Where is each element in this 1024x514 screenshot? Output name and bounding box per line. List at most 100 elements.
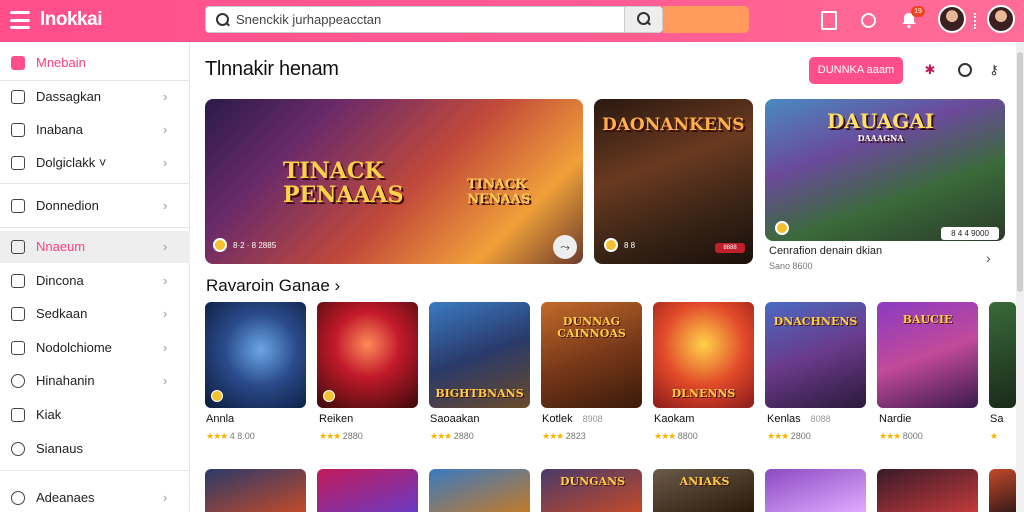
chevron-right-icon: › bbox=[163, 273, 168, 288]
game-tile-6[interactable]: DNACHNENS bbox=[765, 302, 866, 408]
game-name[interactable]: Reiken bbox=[319, 413, 353, 425]
featured-meta: 8 8 bbox=[624, 241, 636, 250]
sidebar-item-home[interactable]: Mnebain bbox=[0, 47, 190, 79]
game-tile-row2-1[interactable] bbox=[205, 469, 306, 512]
game-name[interactable]: Kaokam bbox=[654, 413, 694, 425]
sidebar-item-label: Adeanaes bbox=[36, 490, 95, 505]
sidebar: Mnebain Dassagkan › Inabana › Dolgiclakk… bbox=[0, 42, 190, 512]
square-icon bbox=[11, 156, 25, 170]
game-tile-1[interactable] bbox=[205, 302, 306, 408]
sparkle-icon[interactable]: ✱ bbox=[922, 62, 938, 78]
search-icon bbox=[637, 12, 651, 26]
game-art-title: DLNENNS bbox=[671, 387, 736, 400]
game-name[interactable]: Saoaakan bbox=[430, 413, 480, 425]
game-tile-2[interactable] bbox=[317, 302, 418, 408]
featured-art-title: DAUAGAI DAAAGNA bbox=[827, 109, 935, 143]
chevron-right-icon: › bbox=[163, 373, 168, 388]
home-icon bbox=[11, 56, 25, 70]
grid-icon bbox=[11, 240, 25, 254]
chevron-right-icon: › bbox=[163, 198, 168, 213]
game-tile-4[interactable]: DUNNAG CAINNOAS bbox=[541, 302, 642, 408]
sidebar-item-7[interactable]: Sedkaan › bbox=[0, 298, 190, 330]
chevron-right-icon: › bbox=[163, 239, 168, 254]
game-tile-row2-4[interactable]: DUNGANS bbox=[541, 469, 642, 512]
game-tile-row2-8[interactable] bbox=[989, 469, 1016, 512]
featured-meta: 8·2 · 8 2885 bbox=[233, 241, 277, 250]
search-icon[interactable] bbox=[957, 62, 973, 78]
featured-art-subtitle: TINACK NENAAS bbox=[467, 177, 531, 207]
menu-icon[interactable] bbox=[10, 11, 30, 29]
chevron-right-icon: › bbox=[163, 122, 168, 137]
sidebar-item-label: Dincona bbox=[36, 273, 84, 288]
chevron-right-icon: › bbox=[163, 155, 168, 170]
search-icon bbox=[216, 13, 230, 27]
square-icon bbox=[11, 123, 25, 137]
sidebar-item-11[interactable]: Sianaus bbox=[0, 433, 190, 465]
game-tile-row2-5[interactable]: ANIAKS bbox=[653, 469, 754, 512]
sidebar-item-6[interactable]: Dincona › bbox=[0, 265, 190, 297]
game-tile-8[interactable] bbox=[989, 302, 1016, 408]
sidebar-item-2[interactable]: Inabana › bbox=[0, 114, 190, 146]
sidebar-item-label: Nodolchiome bbox=[36, 340, 112, 355]
user-avatar[interactable] bbox=[987, 5, 1015, 33]
game-rating: ★★★ 2880 bbox=[430, 431, 474, 441]
scrollbar[interactable] bbox=[1016, 42, 1024, 512]
game-name[interactable]: Annla bbox=[206, 413, 234, 425]
calendar-icon bbox=[11, 199, 25, 213]
sidebar-item-12[interactable]: Adeanaes › bbox=[0, 482, 190, 514]
game-art-title: DUNNAG CAINNOAS bbox=[557, 315, 626, 340]
game-tile-3[interactable]: BIGHTBNANS bbox=[429, 302, 530, 408]
price-tag: 8 4 4 9000 bbox=[941, 227, 999, 240]
sidebar-item-1[interactable]: Dassagkan › bbox=[0, 81, 190, 113]
search-filter-button[interactable] bbox=[663, 6, 749, 33]
game-art-title: DUNGANS bbox=[559, 475, 626, 488]
game-tile-row2-3[interactable] bbox=[429, 469, 530, 512]
game-tile-5[interactable]: DLNENNS bbox=[653, 302, 754, 408]
game-rating: ★ bbox=[990, 431, 998, 441]
square-icon bbox=[11, 307, 25, 321]
sidebar-item-label: Sianaus bbox=[36, 441, 83, 456]
game-tile-row2-2[interactable] bbox=[317, 469, 418, 512]
key-icon[interactable]: ⚷ bbox=[986, 62, 1002, 78]
search-button[interactable] bbox=[624, 7, 662, 32]
notification-badge: 19 bbox=[911, 6, 925, 17]
scrollbar-thumb[interactable] bbox=[1017, 52, 1023, 292]
sidebar-item-10[interactable]: Kiak bbox=[0, 399, 190, 431]
game-rating: ★★★ 4 8.00 bbox=[206, 431, 255, 441]
chevron-right-icon: › bbox=[163, 340, 168, 355]
section-title[interactable]: Ravaroin Ganae › bbox=[206, 276, 340, 296]
book-icon[interactable] bbox=[818, 9, 840, 31]
chevron-right-icon[interactable]: › bbox=[986, 250, 991, 266]
game-name[interactable]: Kotlek 8908 bbox=[542, 413, 603, 425]
coin-icon bbox=[211, 390, 223, 402]
game-art-title: BIGHTBNANS bbox=[435, 387, 524, 400]
featured-card-3[interactable]: DAUAGAI DAAAGNA bbox=[765, 99, 1005, 241]
share-button[interactable]: ⤳ bbox=[553, 235, 577, 259]
box-icon bbox=[11, 341, 25, 355]
game-name[interactable]: Nardie bbox=[879, 413, 911, 425]
featured-art-title: DAONANKENS bbox=[602, 115, 745, 135]
sidebar-item-9[interactable]: Hinahanin › bbox=[0, 365, 190, 397]
app-logo[interactable]: lnokkai bbox=[40, 9, 102, 31]
avatar[interactable] bbox=[938, 5, 966, 33]
sidebar-item-label: Sedkaan bbox=[36, 306, 88, 321]
sidebar-item-3[interactable]: Dolgiclakk ˅ › bbox=[0, 147, 190, 179]
search-bar[interactable]: Snenckik jurhappeacctan bbox=[205, 6, 663, 33]
search-input[interactable]: Snenckik jurhappeacctan bbox=[236, 12, 381, 27]
featured-card-2[interactable]: DAONANKENS 8 8 bbox=[594, 99, 753, 264]
featured-card-1[interactable]: TINACK PENAAAS TINACK NENAAS 8·2 · 8 2885 bbox=[205, 99, 583, 264]
sidebar-item-5[interactable]: Nnaeum › bbox=[0, 231, 190, 263]
game-tile-row2-6[interactable] bbox=[765, 469, 866, 512]
sidebar-item-8[interactable]: Nodolchiome › bbox=[0, 332, 190, 364]
search-icon[interactable] bbox=[857, 9, 879, 31]
sidebar-item-label: Dassagkan bbox=[36, 89, 102, 104]
game-name[interactable]: Kenlas 8088 bbox=[767, 413, 831, 425]
sidebar-item-4[interactable]: Donnedion › bbox=[0, 190, 190, 222]
game-name[interactable]: Sa bbox=[990, 413, 1003, 425]
game-rating: ★★★ 2880 bbox=[319, 431, 363, 441]
primary-action-button[interactable]: DUNNKA aaam bbox=[809, 57, 903, 84]
sidebar-item-label: Inabana bbox=[36, 122, 83, 137]
game-tile-row2-7[interactable] bbox=[877, 469, 978, 512]
featured-subcaption: Sano 8600 bbox=[769, 261, 813, 271]
game-tile-7[interactable]: BAUCIE bbox=[877, 302, 978, 408]
